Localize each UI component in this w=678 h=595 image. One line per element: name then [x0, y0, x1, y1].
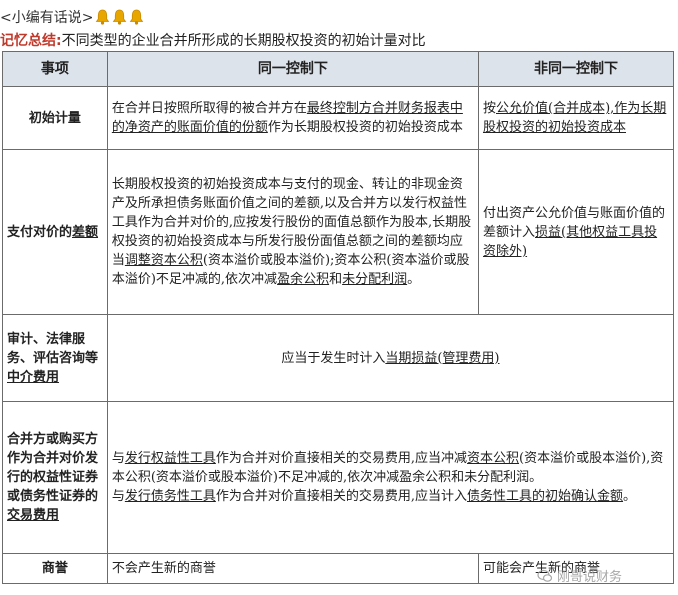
cell-same-control: 长期股权投资的初始投资成本与支付的现金、转让的非现金资产及所承担债务账面价值之间…: [106, 149, 479, 315]
text: 作为合并对价直接相关的交易费用,应当计入: [215, 489, 468, 504]
cell-same-control: 不会产生新的商誉: [106, 553, 479, 584]
underlined-text: 发行权益性工具: [124, 451, 216, 466]
underlined-text: 资本公积: [467, 451, 520, 466]
row-label: 初始计量: [2, 86, 108, 150]
text: 应当于发生时计入: [281, 350, 386, 366]
memory-summary: 记忆总结:不同类型的企业合并所形成的长期股权投资的初始计量对比: [0, 30, 426, 50]
cell-non-same-control: 付出资产公允价值与账面价值的差额计入损益(其他权益工具投资除外): [477, 149, 675, 315]
row-initial-measurement: 初始计量 在合并日按照所取得的被合并方在最终控制方合并财务报表中的净资产的账面价…: [2, 86, 675, 150]
row-payment-difference: 支付对价的差额 长期股权投资的初始投资成本与支付的现金、转让的非现金资产及所承担…: [2, 149, 675, 315]
watermark: 刚哥说财务: [537, 566, 622, 585]
text: 按: [482, 101, 496, 116]
underlined-text: 中介费用: [7, 369, 60, 385]
underlined-text: 交易费用: [7, 508, 60, 523]
text: 支付对价的: [7, 224, 73, 240]
underlined-text: 盈余公积: [277, 272, 330, 287]
cell-merged: 应当于发生时计入当期损益(管理费用): [106, 314, 675, 402]
text: 在合并日按照所取得的被合并方在: [111, 101, 307, 116]
comparison-table: 事项 同一控制下 非同一控制下 初始计量 在合并日按照所取得的被合并方在最终控制…: [2, 51, 675, 584]
row-label: 商誉: [2, 553, 108, 584]
bell-icon: [129, 9, 144, 25]
cell-non-same-control: 按公允价值(合并成本),作为长期股权投资的初始投资成本: [477, 86, 675, 150]
text: 合并方或购买方作为合并对价发行的权益性证券或债务性证券的: [7, 432, 99, 504]
text: 。: [407, 272, 421, 287]
text: 。: [623, 489, 637, 504]
cell-merged: 与发行权益性工具作为合并对价直接相关的交易费用,应当冲减资本公积(资本溢价或股本…: [106, 401, 675, 554]
underlined-text: 差额: [72, 224, 99, 240]
bell-icon: [112, 9, 127, 25]
watermark-text: 刚哥说财务: [557, 570, 623, 585]
underlined-text: 当期损益(管理费用): [385, 350, 500, 366]
row-transaction-costs: 合并方或购买方作为合并对价发行的权益性证券或债务性证券的交易费用 与发行权益性工…: [2, 401, 675, 554]
wechat-icon: [537, 569, 553, 582]
underlined-text: 公允价值(合并成本),作为长期股权投资的初始投资成本: [482, 101, 667, 135]
summary-text: 不同类型的企业合并所形成的长期股权投资的初始计量对比: [61, 33, 426, 49]
text: 审计、法律服务、评估咨询等: [7, 331, 99, 366]
paragraph-debt: 与发行债务性工具作为合并对价直接相关的交易费用,应当计入债务性工具的初始确认金额…: [112, 487, 669, 506]
text: 作为合并对价直接相关的交易费用,应当冲减: [215, 451, 468, 466]
bell-icon: [95, 9, 110, 25]
underlined-text: 未分配利润: [342, 272, 408, 287]
summary-label: 记忆总结:: [0, 33, 62, 49]
underlined-text: 债务性工具的初始确认金额: [467, 489, 624, 504]
underlined-text: 发行债务性工具: [124, 489, 216, 504]
underlined-text: 调整资本公积: [124, 253, 203, 268]
header-item: 事项: [2, 51, 108, 87]
text: 作为长期股权投资的初始投资成本: [267, 120, 463, 135]
row-label: 审计、法律服务、评估咨询等中介费用: [2, 314, 108, 402]
text: 与: [111, 451, 125, 466]
row-label: 合并方或购买方作为合并对价发行的权益性证券或债务性证券的交易费用: [2, 401, 108, 554]
header-same-control: 同一控制下: [106, 51, 479, 87]
text: 和: [329, 272, 343, 287]
row-label: 支付对价的差额: [2, 149, 108, 315]
editor-note-tag: <小编有话说>: [0, 10, 94, 26]
cell-same-control: 在合并日按照所取得的被合并方在最终控制方合并财务报表中的净资产的账面价值的份额作…: [106, 86, 479, 150]
text: 与: [111, 489, 125, 504]
header-non-same-control: 非同一控制下: [477, 51, 675, 87]
row-intermediary-fees: 审计、法律服务、评估咨询等中介费用 应当于发生时计入当期损益(管理费用): [2, 314, 675, 402]
paragraph-equity: 与发行权益性工具作为合并对价直接相关的交易费用,应当冲减资本公积(资本溢价或股本…: [112, 449, 669, 487]
top-line: <小编有话说>: [0, 6, 144, 28]
table-header-row: 事项 同一控制下 非同一控制下: [2, 51, 675, 87]
